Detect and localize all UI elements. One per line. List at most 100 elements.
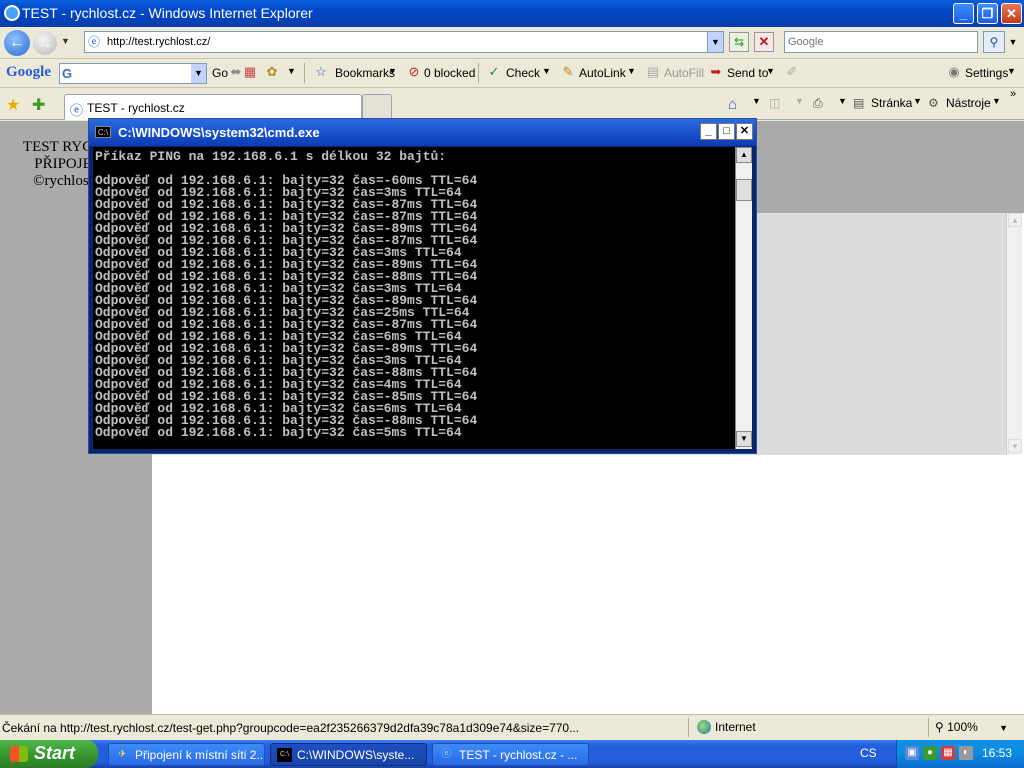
toolbar-separator <box>304 63 305 83</box>
task-ie[interactable]: ⓔ TEST - rychlost.cz - ... <box>432 743 589 766</box>
new-tab-button[interactable] <box>362 94 392 118</box>
bookmarks-dropdown-icon[interactable]: ▼ <box>388 66 397 76</box>
maximize-button[interactable]: ❐ <box>977 3 998 24</box>
clock: 16:53 <box>981 746 1012 760</box>
cmd-icon: C:\ <box>95 126 111 138</box>
print-dropdown-icon[interactable]: ▼ <box>838 96 847 106</box>
history-dropdown[interactable]: ▼ <box>61 36 70 46</box>
autolink-dropdown-icon[interactable]: ▼ <box>627 66 636 76</box>
search-field[interactable] <box>784 31 978 53</box>
home-icon[interactable]: ⌂ <box>728 96 737 113</box>
cmd-title-bar[interactable]: C:\ C:\WINDOWS\system32\cmd.exe _ □ ✕ <box>89 119 756 146</box>
scroll-up-icon[interactable]: ▲ <box>1008 213 1022 227</box>
page-menu-button[interactable]: Stránka <box>871 96 912 110</box>
cmd-maximize-button[interactable]: □ <box>718 123 735 140</box>
feeds-dropdown-icon[interactable]: ▼ <box>795 96 804 106</box>
globe-icon <box>697 720 711 734</box>
task-cmd[interactable]: C:\ C:\WINDOWS\syste... <box>270 743 427 766</box>
cmd-close-button[interactable]: ✕ <box>736 123 753 140</box>
address-url[interactable]: http://test.rychlost.cz/ <box>107 36 210 48</box>
settings-dropdown-icon[interactable]: ▼ <box>1007 66 1016 76</box>
highlighter-icon[interactable]: ✐ <box>784 64 800 80</box>
cmd-scroll-down-icon[interactable]: ▼ <box>736 431 752 447</box>
google-logo: Google <box>6 64 51 80</box>
news-icon[interactable]: ▦ <box>242 64 258 80</box>
home-dropdown-icon[interactable]: ▼ <box>752 96 761 106</box>
page-menu-dropdown-icon[interactable]: ▼ <box>913 96 922 106</box>
task-network-connection[interactable]: ✈ Připojení k místní síti 2... <box>108 743 265 766</box>
cmd-scroll-up-icon[interactable]: ▲ <box>736 147 752 163</box>
address-toolbar: ← → ▼ ⓔ http://test.rychlost.cz/ ▼ ⇆ ✕ ⚲… <box>0 27 1024 59</box>
autofill-icon: ▤ <box>646 64 660 79</box>
page-menu-icon: ▤ <box>853 96 865 110</box>
update-tray-icon[interactable]: ● <box>923 746 937 760</box>
print-icon[interactable]: ⎙ <box>813 96 823 111</box>
task-label: Připojení k místní síti 2... <box>135 748 265 762</box>
sendto-dropdown-icon[interactable]: ▼ <box>766 66 775 76</box>
check-dropdown-icon[interactable]: ▼ <box>542 66 551 76</box>
zoom-control[interactable]: ⚲ 100% ▼ <box>935 720 1008 734</box>
cmd-scrollbar[interactable]: ▲ ▼ <box>735 147 752 449</box>
network-icon: ✈ <box>118 749 127 760</box>
tools-gear-icon: ⚙ <box>928 96 939 110</box>
puzzle-icon[interactable]: ✿ <box>264 64 280 80</box>
zoom-dropdown-icon[interactable]: ▼ <box>999 723 1008 733</box>
scroll-down-icon[interactable]: ▼ <box>1008 439 1022 453</box>
sendto-button[interactable]: Send to <box>727 66 768 80</box>
ie-window-title: TEST - rychlost.cz - Windows Internet Ex… <box>22 5 313 21</box>
frame-scrollbar[interactable]: ▲ ▼ <box>1006 213 1022 455</box>
search-options-dropdown[interactable]: ▼ <box>1006 31 1020 53</box>
refresh-button[interactable]: ⇆ <box>729 32 749 52</box>
cmd-minimize-button[interactable]: _ <box>700 123 717 140</box>
tools-menu-button[interactable]: Nástroje <box>946 96 991 110</box>
close-button[interactable]: ✕ <box>1001 3 1022 24</box>
address-bar[interactable]: ⓔ http://test.rychlost.cz/ ▼ <box>84 31 724 53</box>
cmd-scroll-thumb[interactable] <box>736 179 752 201</box>
popup-blocked-count[interactable]: 0 blocked <box>424 66 475 80</box>
volume-tray-icon[interactable]: ◐ <box>959 746 973 760</box>
network-tray-icon[interactable]: ▣ <box>905 746 919 760</box>
chevron-more-icon[interactable]: » <box>1010 88 1016 100</box>
autofill-button[interactable]: AutoFill <box>664 66 704 80</box>
tab-test-rychlost[interactable]: ⓔ TEST - rychlost.cz <box>64 94 362 120</box>
cmd-window[interactable]: C:\ C:\WINDOWS\system32\cmd.exe _ □ ✕ Př… <box>88 118 757 454</box>
spellcheck-icon: ✓ <box>488 64 500 79</box>
bookmarks-button[interactable]: Bookmarks <box>335 66 395 80</box>
settings-button[interactable]: Settings <box>965 66 1008 80</box>
system-tray: ▣ ● ▦ ◐ 16:53 <box>896 740 1024 768</box>
settings-gear-icon: ◉ <box>948 64 960 79</box>
cmd-output[interactable]: Příkaz PING na 192.168.6.1 s délkou 32 b… <box>93 147 735 449</box>
forward-button[interactable]: → <box>33 31 57 55</box>
google-go-button[interactable]: Go <box>212 66 228 80</box>
status-text: Čekání na http://test.rychlost.cz/test-g… <box>2 721 580 735</box>
search-icon[interactable]: ⚲ <box>983 31 1005 53</box>
status-bar: Čekání na http://test.rychlost.cz/test-g… <box>0 714 1024 740</box>
check-button[interactable]: Check <box>506 66 540 80</box>
status-separator <box>928 718 929 737</box>
ie-app-icon <box>4 5 20 21</box>
language-indicator[interactable]: CS <box>860 746 877 760</box>
start-button[interactable]: Start <box>0 740 98 768</box>
cmd-output-text: Příkaz PING na 192.168.6.1 s délkou 32 b… <box>95 149 478 440</box>
google-g-icon: G <box>62 66 73 81</box>
security-tray-icon[interactable]: ▦ <box>941 746 955 760</box>
minimize-button[interactable]: _ <box>953 3 974 24</box>
zone-label: Internet <box>715 720 756 734</box>
taskbar: Start ✈ Připojení k místní síti 2... C:\… <box>0 740 1024 768</box>
google-combo-dropdown[interactable]: ▼ <box>191 64 206 83</box>
address-dropdown-icon[interactable]: ▼ <box>707 32 723 52</box>
more-dropdown-icon[interactable]: ▼ <box>287 66 296 76</box>
security-zone[interactable]: Internet <box>697 720 756 734</box>
tools-dropdown-icon[interactable]: ▼ <box>992 96 1001 106</box>
add-favorite-icon[interactable]: ✚ <box>32 95 45 115</box>
stop-button[interactable]: ✕ <box>754 32 774 52</box>
task-label: TEST - rychlost.cz - ... <box>459 748 578 762</box>
ie-title-bar: TEST - rychlost.cz - Windows Internet Ex… <box>0 0 1024 27</box>
back-button[interactable]: ← <box>4 30 30 56</box>
favorites-star-icon[interactable]: ★ <box>6 95 20 115</box>
windows-flag-icon <box>10 746 28 762</box>
search-input[interactable] <box>785 32 977 52</box>
feeds-icon[interactable]: ◫ <box>769 96 780 110</box>
google-search-combo[interactable]: G ▼ <box>59 63 207 84</box>
autolink-button[interactable]: AutoLink <box>579 66 626 80</box>
